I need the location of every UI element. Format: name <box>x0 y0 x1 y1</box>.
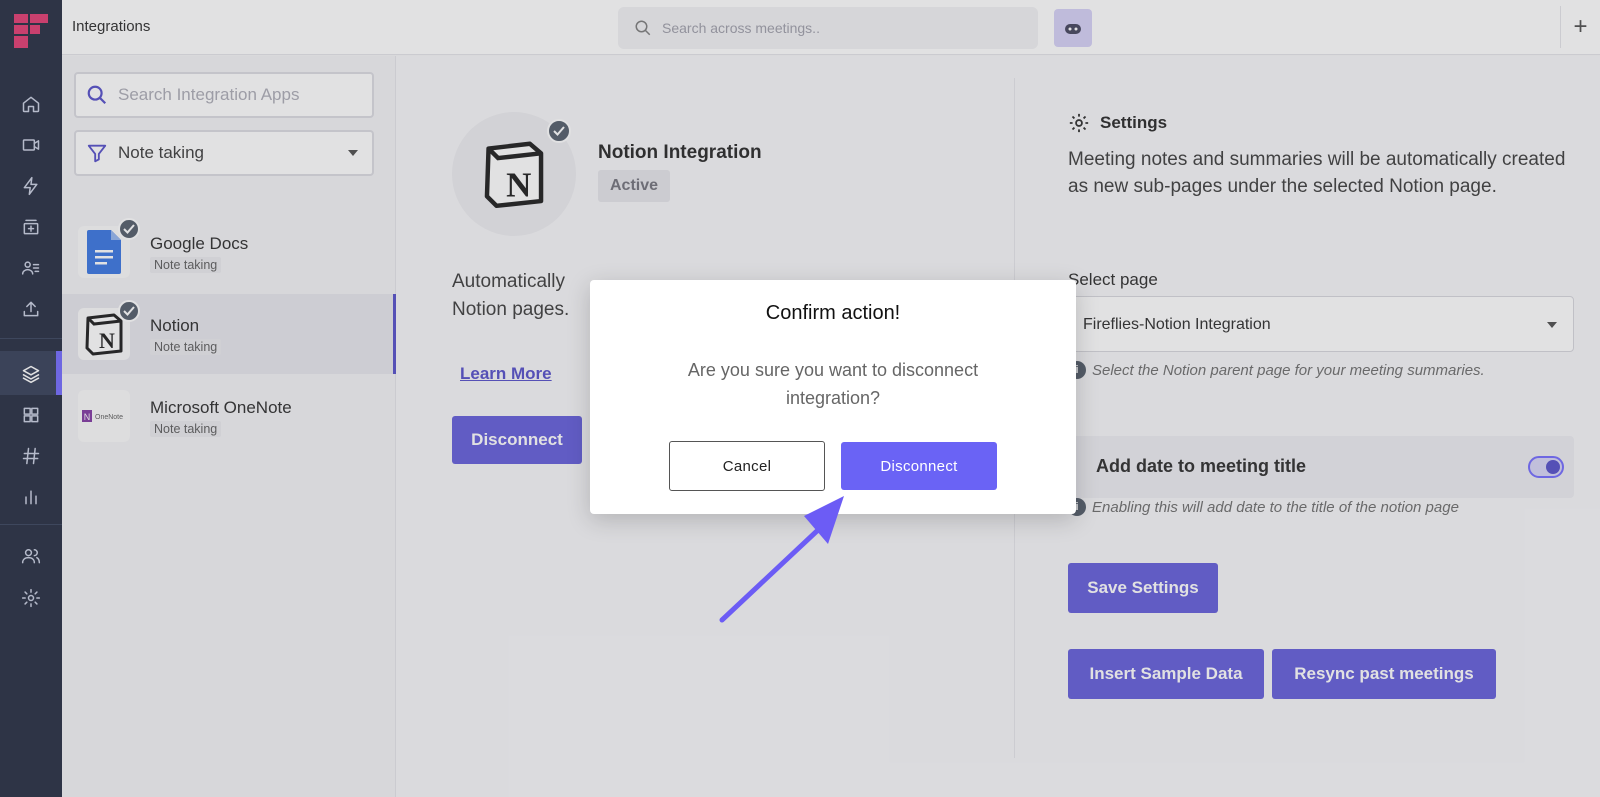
annotation-arrow-icon <box>719 496 844 623</box>
dialog-message: Are you sure you want to disconnect inte… <box>687 360 979 408</box>
dialog-title: Confirm action! <box>765 302 901 324</box>
confirm-dialog: Confirm action! Are you sure you want to… <box>590 280 1076 514</box>
